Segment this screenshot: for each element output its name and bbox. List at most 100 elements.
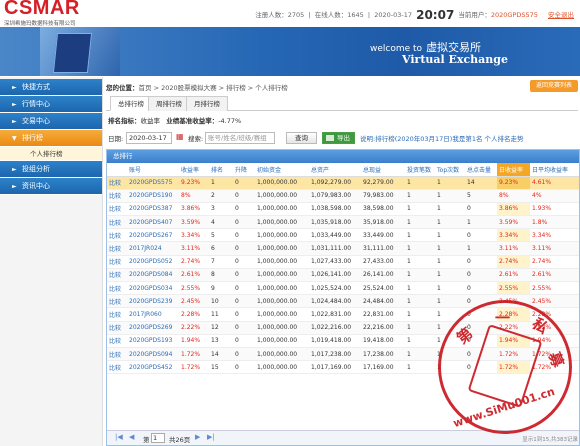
compare-link[interactable]: 比较 — [107, 241, 127, 256]
back-to-competitions-button[interactable]: 返回竞赛列表 — [529, 80, 578, 92]
table-cell: 1,000,000.00 — [255, 294, 309, 309]
account-link[interactable]: 2020GPDS034 — [127, 281, 179, 296]
compare-link[interactable]: 比较 — [107, 334, 127, 348]
sidebar-item-portfolio[interactable]: ► 投组分析 — [0, 161, 102, 178]
query-button[interactable]: 查询 — [286, 132, 317, 144]
column-header[interactable]: 总资产 — [309, 163, 361, 177]
table-cell: 1 — [405, 307, 435, 322]
table-cell: 1 — [435, 215, 465, 230]
calendar-icon[interactable]: ▦ — [176, 132, 184, 141]
page-input[interactable]: 1 — [151, 433, 165, 443]
compare-link[interactable]: 比较 — [107, 189, 127, 203]
sidebar-item-shortcuts[interactable]: ► 快捷方式 — [0, 79, 102, 96]
account-link[interactable]: 2020GPDS084 — [127, 268, 179, 283]
column-header[interactable]: Top次数 — [435, 163, 465, 177]
account-link[interactable]: 2020GPDS575 — [127, 176, 179, 190]
compare-link[interactable]: 比较 — [107, 176, 127, 190]
compare-link[interactable]: 比较 — [107, 307, 127, 322]
date-input[interactable]: 2020-03-17 — [126, 132, 172, 144]
table-row[interactable]: 比较 2020GPDS267 3.34% 5 0 1,000,000.00 1,033,44… — [107, 228, 579, 243]
table-cell: 1 — [405, 347, 435, 362]
table-row[interactable]: 比较 2020GPDS034 2.55% 9 0 1,000,000.00 1,025,52… — [107, 281, 579, 296]
table-cell: 0 — [233, 189, 255, 203]
column-header[interactable]: 排名 — [209, 163, 233, 177]
account-link[interactable]: 2020GPDS190 — [127, 189, 179, 203]
table-row[interactable]: 比较 2020GPDS084 2.61% 8 0 1,000,000.00 1,026,14… — [107, 268, 579, 283]
last-page-icon[interactable]: ▶| — [207, 433, 215, 441]
table-cell: 1 — [405, 255, 435, 269]
breadcrumb: 您的位置：首页 > 2020股票模拟大赛 > 排行榜 > 个人排行榜 — [106, 82, 288, 92]
next-page-icon[interactable]: ▶ — [195, 433, 200, 441]
table-cell: 1,092,279.00 — [309, 176, 361, 190]
table-cell: 3.11% — [530, 241, 579, 256]
table-cell: 0 — [233, 347, 255, 362]
table-cell: 17,238.00 — [361, 347, 405, 362]
compare-link[interactable]: 比较 — [107, 347, 127, 362]
table-row[interactable]: 比较 2020GPDS575 9.23% 1 0 1,000,000.00 1,092,27… — [107, 176, 579, 190]
banner: welcome to 虚拟交易所 Virtual Exchange — [0, 27, 580, 76]
table-cell: 2.55% — [530, 281, 579, 296]
column-header[interactable]: 总点击量 — [465, 163, 497, 177]
account-link[interactable]: 2020GPDS407 — [127, 215, 179, 230]
compare-link[interactable]: 比较 — [107, 255, 127, 269]
sidebar-subitem-personal-ranking[interactable]: 个人排行榜 — [0, 147, 102, 161]
compare-link[interactable]: 比较 — [107, 321, 127, 335]
sidebar-item-label: 行情中心 — [22, 100, 50, 108]
prev-page-icon[interactable]: ◀ — [129, 433, 134, 441]
compare-link[interactable]: 比较 — [107, 360, 127, 375]
sidebar-item-trade[interactable]: ► 交易中心 — [0, 113, 102, 130]
column-header[interactable]: 升降 — [233, 163, 255, 177]
sidebar-item-news[interactable]: ► 资讯中心 — [0, 178, 102, 195]
account-link[interactable]: 2020GPDS094 — [127, 347, 179, 362]
account-link[interactable]: 2017JR024 — [127, 241, 179, 256]
compare-link[interactable]: 比较 — [107, 281, 127, 296]
tab-weekly[interactable]: 周排行榜 — [148, 96, 190, 111]
table-cell: 1 — [405, 281, 435, 296]
logout-link[interactable]: 安全退出 — [548, 11, 574, 19]
tab-monthly[interactable]: 月排行榜 — [186, 96, 228, 111]
column-header[interactable]: 日平均收益率 — [530, 163, 579, 177]
filter-bar: 日期: 2020-03-17 ▦ 搜索: 账号/姓名/班级/赛组 查询 导出 说… — [108, 132, 578, 146]
search-input[interactable]: 账号/姓名/班级/赛组 — [205, 132, 275, 144]
account-link[interactable]: 2017JR060 — [127, 307, 179, 322]
table-row[interactable]: 比较 2020GPDS052 2.74% 7 0 1,000,000.00 1,027,43… — [107, 255, 579, 269]
seal-char: 第 — [453, 324, 477, 348]
column-header[interactable]: 初始资金 — [255, 163, 309, 177]
compare-link[interactable]: 比较 — [107, 215, 127, 230]
compare-link[interactable]: 比较 — [107, 202, 127, 217]
account-link[interactable]: 2020GPDS239 — [127, 294, 179, 309]
account-link[interactable]: 2020GPDS267 — [127, 228, 179, 243]
column-header[interactable]: 日收益率 — [497, 163, 530, 177]
table-cell: 3.59% — [179, 215, 209, 230]
column-header[interactable]: 投资笔数 — [405, 163, 435, 177]
account-link[interactable]: 2020GPDS452 — [127, 360, 179, 375]
table-cell: 1,035,918.00 — [309, 215, 361, 230]
table-cell: 12 — [209, 321, 233, 335]
account-link[interactable]: 2020GPDS052 — [127, 255, 179, 269]
compare-link[interactable]: 比较 — [107, 228, 127, 243]
table-row[interactable]: 比较 2020GPDS407 3.59% 4 0 1,000,000.00 1,035,91… — [107, 215, 579, 230]
ranking-hint[interactable]: 说明:排行榜(2020年03月17日)我是第1名 个人排名走势 — [360, 133, 524, 143]
tab-overall[interactable]: 总排行榜 — [110, 96, 152, 111]
column-header[interactable]: 总现益 — [361, 163, 405, 177]
table-cell: 1,017,169.00 — [309, 360, 361, 375]
table-cell: 2.55% — [179, 281, 209, 296]
account-link[interactable]: 2020GPDS193 — [127, 334, 179, 348]
first-page-icon[interactable]: |◀ — [115, 433, 123, 441]
column-header[interactable]: 收益率 — [179, 163, 209, 177]
compare-link[interactable]: 比较 — [107, 268, 127, 283]
table-cell: 0 — [233, 176, 255, 190]
table-row[interactable]: 比较 2020GPDS387 3.86% 3 0 1,000,000.00 1,038,59… — [107, 202, 579, 217]
table-cell: 2.28% — [179, 307, 209, 322]
registered-count: 2705 — [287, 11, 305, 19]
table-row[interactable]: 比较 2017JR024 3.11% 6 0 1,000,000.00 1,031,111.… — [107, 241, 579, 256]
table-row[interactable]: 比较 2020GPDS190 8% 2 0 1,000,000.00 1,079,983.0… — [107, 189, 579, 203]
export-button[interactable]: 导出 — [322, 132, 355, 144]
sidebar-item-market[interactable]: ► 行情中心 — [0, 96, 102, 113]
compare-link[interactable]: 比较 — [107, 294, 127, 309]
table-cell: 1,000,000.00 — [255, 241, 309, 256]
account-link[interactable]: 2020GPDS269 — [127, 321, 179, 335]
sidebar-item-ranking[interactable]: ▼ 排行榜 — [0, 130, 102, 147]
table-cell: 0 — [465, 228, 497, 243]
account-link[interactable]: 2020GPDS387 — [127, 202, 179, 217]
